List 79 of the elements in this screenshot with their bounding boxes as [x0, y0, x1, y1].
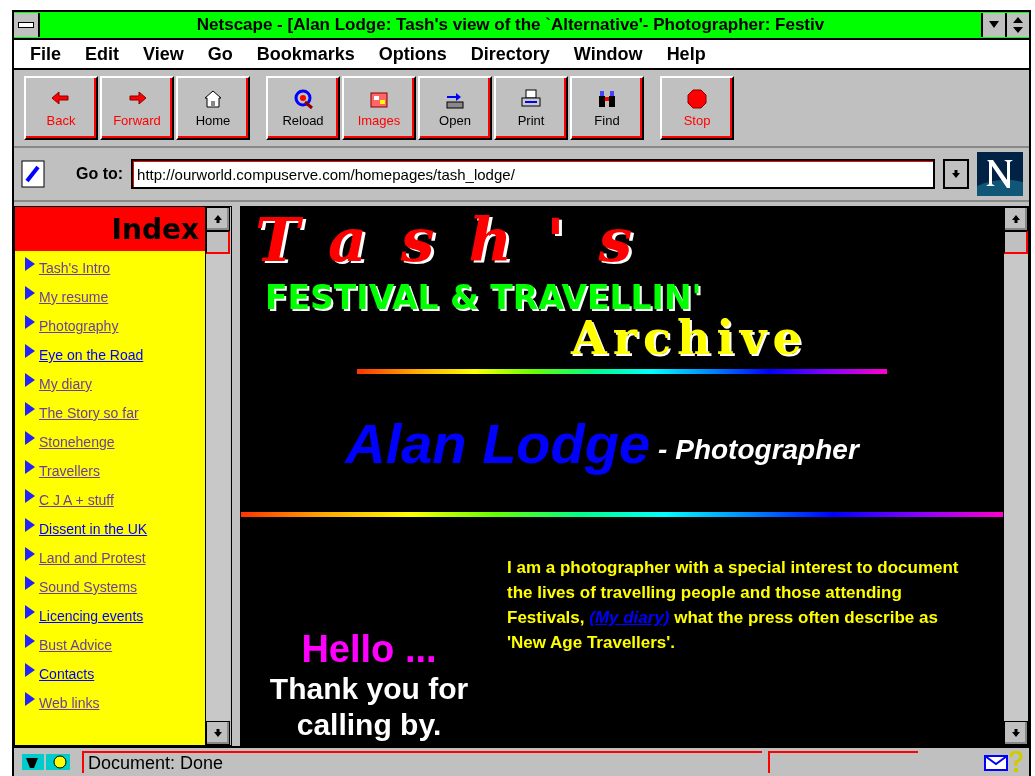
status-text: Document: Done — [82, 751, 762, 773]
menu-item[interactable]: Options — [366, 43, 459, 65]
arrow-bullet-icon — [25, 547, 35, 561]
find-icon — [596, 88, 618, 110]
netscape-logo-icon — [977, 152, 1023, 196]
menu-item[interactable]: Help — [654, 43, 718, 65]
restore-button[interactable] — [1005, 13, 1029, 37]
index-link[interactable]: Licencing events — [39, 608, 144, 624]
arrow-bullet-icon — [25, 605, 35, 619]
scrollbar[interactable] — [1003, 207, 1028, 745]
index-link[interactable]: C J A + stuff — [39, 492, 114, 508]
menu-item[interactable]: View — [131, 43, 196, 65]
arrow-bullet-icon — [25, 663, 35, 677]
intro-paragraph: I am a photographer with a special interest to document the lives of travelling people and those attending Festivals, (My diary) what the press often describe as 'New Age Travellers'. — [507, 557, 960, 654]
arrow-bullet-icon — [25, 692, 35, 706]
index-link[interactable]: Photography — [39, 318, 119, 334]
toolbar-button[interactable]: Home — [176, 76, 250, 140]
stop-icon — [686, 88, 708, 110]
menu-item[interactable]: Window — [561, 43, 655, 65]
arrow-bullet-icon — [25, 344, 35, 358]
menu-item[interactable]: File — [18, 43, 73, 65]
index-link[interactable]: Stonehenge — [39, 434, 115, 450]
index-link[interactable]: Travellers — [39, 463, 100, 479]
toolbar-button[interactable]: Reload — [266, 76, 340, 140]
index-link[interactable]: Eye on the Road — [39, 347, 144, 363]
index-title: Index — [111, 212, 199, 246]
triangle-down-icon — [989, 21, 999, 29]
scrollbar-thumb[interactable] — [206, 231, 230, 254]
dropdown-button[interactable] — [943, 159, 969, 189]
logo-title: Tash's — [255, 207, 667, 273]
arrow-bullet-icon — [25, 489, 35, 503]
toolbar-button[interactable]: Find — [570, 76, 644, 140]
arrow-down-icon — [951, 169, 961, 179]
arrow-bullet-icon — [25, 315, 35, 329]
minimize-button[interactable] — [981, 13, 1005, 37]
arrow-bullet-icon — [25, 518, 35, 532]
arrow-bullet-icon — [25, 257, 35, 271]
index-link[interactable]: Sound Systems — [39, 579, 138, 595]
home-icon — [202, 88, 224, 110]
index-link[interactable]: Dissent in the UK — [39, 521, 148, 537]
scrollbar-thumb[interactable] — [1004, 231, 1028, 254]
toolbar-button[interactable]: Open — [418, 76, 492, 140]
author-name: Alan Lodge — [345, 410, 651, 476]
index-link[interactable]: The Story so far — [39, 405, 139, 421]
menu-item[interactable]: Directory — [458, 43, 562, 65]
reload-icon — [292, 88, 314, 110]
arrow-bullet-icon — [25, 576, 35, 590]
arrow-down-icon — [213, 728, 223, 738]
arrow-down-icon — [1011, 728, 1021, 738]
mail-icon[interactable] — [983, 751, 1023, 773]
system-menu-button[interactable] — [14, 13, 40, 37]
index-link[interactable]: Web links — [39, 695, 100, 711]
print-icon — [520, 88, 542, 110]
menu-item[interactable]: Edit — [73, 43, 131, 65]
menu-item[interactable]: Go — [195, 43, 245, 65]
index-link[interactable]: My resume — [39, 289, 109, 305]
index-link[interactable]: Tash's Intro — [39, 260, 111, 276]
author-role: - Photographer — [658, 434, 859, 466]
arrow-bullet-icon — [25, 460, 35, 474]
arrow-bullet-icon — [25, 373, 35, 387]
arrow-bullet-icon — [25, 431, 35, 445]
scrollbar[interactable] — [205, 207, 230, 745]
arrow-up-icon — [1011, 214, 1021, 224]
location-label: Go to: — [76, 165, 124, 183]
arrow-up-icon — [213, 214, 223, 224]
window-title: Netscape - [Alan Lodge: Tash's view of the `Alternative'- Photographer: Festiv — [195, 15, 826, 35]
up-down-icon — [1013, 17, 1023, 33]
index-link[interactable]: Bust Advice — [39, 637, 113, 653]
location-field[interactable]: http://ourworld.compuserve.com/homepages/tash_lodge/ — [131, 159, 935, 189]
toolbar-button[interactable]: Print — [494, 76, 568, 140]
arrow-bullet-icon — [25, 286, 35, 300]
greeting: Hello ... — [301, 628, 437, 671]
index-link[interactable]: My diary — [39, 376, 92, 392]
menu-item[interactable]: Bookmarks — [244, 43, 367, 65]
thanks-text: Thank you for calling by. — [268, 671, 470, 743]
arrow-bullet-icon — [25, 402, 35, 416]
index-link[interactable]: Land and Protest — [39, 550, 146, 566]
index-link[interactable]: Contacts — [39, 666, 95, 682]
arrow-bullet-icon — [25, 634, 35, 648]
